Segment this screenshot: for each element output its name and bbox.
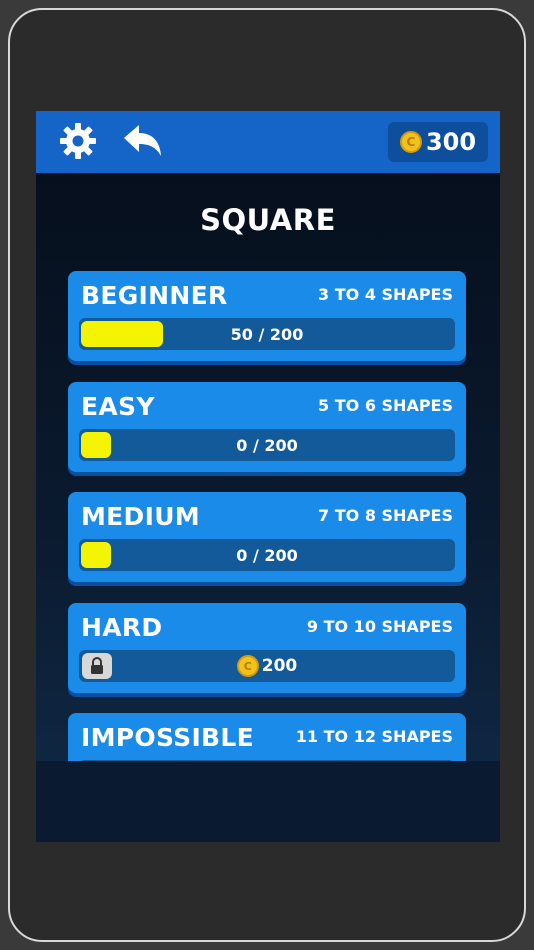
- price-value: 200: [261, 656, 298, 676]
- coin-symbol: C: [243, 659, 252, 673]
- level-name: MEDIUM: [81, 502, 200, 531]
- level-name: HARD: [81, 613, 163, 642]
- unlock-price: C 200: [79, 650, 455, 682]
- coin-icon: C: [236, 655, 259, 677]
- level-card-medium[interactable]: MEDIUM 7 TO 8 SHAPES 0 / 200: [68, 492, 466, 582]
- level-shapes: 11 TO 12 SHAPES: [295, 727, 453, 746]
- page-title: SQUARE: [200, 203, 336, 237]
- level-shapes: 7 TO 8 SHAPES: [318, 506, 453, 525]
- level-name: BEGINNER: [81, 281, 228, 310]
- level-shapes: 3 TO 4 SHAPES: [318, 285, 453, 304]
- level-card-beginner[interactable]: BEGINNER 3 TO 4 SHAPES 50 / 200: [68, 271, 466, 361]
- coin-balance[interactable]: C 300: [388, 122, 488, 162]
- progress-bar: 0 / 200: [79, 539, 455, 571]
- unlock-bar: C 200: [79, 650, 455, 682]
- coin-icon: C: [399, 131, 422, 153]
- level-shapes: 9 TO 10 SHAPES: [306, 617, 453, 636]
- settings-button[interactable]: [58, 123, 98, 163]
- bottom-fade: [36, 761, 500, 842]
- level-card-hard[interactable]: HARD 9 TO 10 SHAPES C 200: [68, 603, 466, 693]
- progress-label: 0 / 200: [236, 435, 298, 455]
- level-shapes: 5 TO 6 SHAPES: [318, 396, 453, 415]
- progress-label: 50 / 200: [230, 324, 304, 344]
- level-card-easy[interactable]: EASY 5 TO 6 SHAPES 0 / 200: [68, 382, 466, 472]
- top-bar: C 300: [36, 111, 500, 173]
- progress-bar: 50 / 200: [79, 318, 455, 350]
- game-screen: C 300 SQUARE BEGINNER 3 TO 4 SHAPES 50 /…: [36, 111, 500, 842]
- progress-label: 0 / 200: [236, 545, 298, 565]
- back-arrow-icon: [121, 121, 163, 165]
- back-button[interactable]: [122, 123, 162, 163]
- level-name: EASY: [81, 392, 155, 421]
- gear-icon: [58, 121, 98, 165]
- progress-bar: 0 / 200: [79, 429, 455, 461]
- level-name: IMPOSSIBLE: [81, 723, 255, 752]
- coin-symbol: C: [406, 135, 416, 149]
- coin-count: 300: [425, 128, 477, 156]
